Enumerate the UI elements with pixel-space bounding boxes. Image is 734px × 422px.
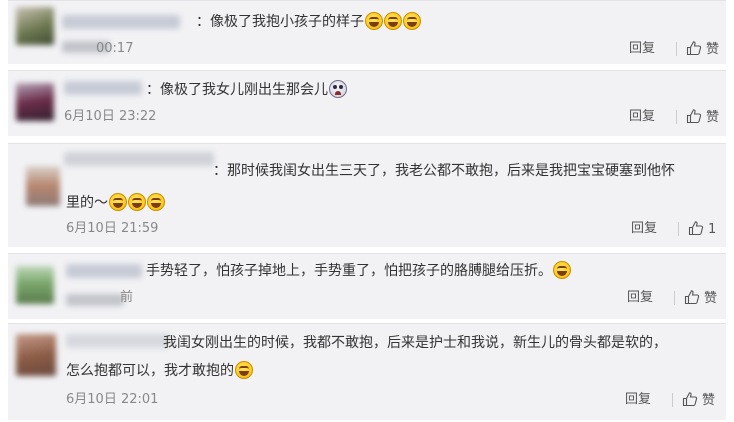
laugh-cry-icon	[147, 193, 165, 211]
reply-button[interactable]: 回复	[625, 392, 651, 408]
divider	[676, 110, 677, 124]
comment-card: ：像极了我抱小孩子的样子 00:17 回复 赞	[8, 0, 726, 64]
comment-card: ：像极了我女儿刚出生那会儿 6月10日 23:22 回复 赞	[8, 70, 726, 136]
blurred-username[interactable]	[62, 15, 180, 29]
like-button[interactable]: 赞	[684, 289, 717, 307]
blurred-username[interactable]	[66, 264, 142, 278]
comment-date: 6月10日 23:22	[64, 109, 157, 124]
comment-list: ：像极了我抱小孩子的样子 00:17 回复 赞 ：像极了我女儿刚出生那会儿 6月…	[0, 0, 734, 422]
thumbs-up-icon	[688, 221, 704, 236]
comment-body: 怎么抱都可以，我才敢抱的	[66, 363, 234, 379]
comment-text-line2: 怎么抱都可以，我才敢抱的	[66, 358, 366, 384]
comment-text-line1: 我闺女刚出生的时候，我都不敢抱，后来是护士和我说，新生儿的骨头都是软的，	[163, 335, 667, 351]
like-label: 赞	[706, 42, 720, 57]
laugh-cry-icon	[128, 193, 146, 211]
thumbs-up-icon	[686, 41, 702, 56]
comment-text: ：像极了我女儿刚出生那会儿	[146, 77, 546, 103]
blurred-username[interactable]	[64, 152, 214, 166]
like-button[interactable]: 1	[688, 220, 716, 238]
comment-card: 我闺女刚出生的时候，我都不敢抱，后来是护士和我说，新生儿的骨头都是软的， 怎么抱…	[8, 323, 726, 420]
divider	[672, 393, 673, 407]
comment-text-line2: 里的～	[66, 190, 366, 216]
like-button[interactable]: 赞	[686, 108, 719, 126]
comment-date: 6月10日 22:01	[66, 392, 159, 407]
like-label: 赞	[706, 110, 720, 125]
avatar[interactable]	[16, 7, 54, 45]
comment-text: 手势轻了，怕孩子掉地上，手势重了，怕把孩子的胳膊腿给压折。	[146, 258, 666, 284]
comment-body: ：像极了我女儿刚出生那会儿	[146, 82, 328, 98]
divider	[676, 42, 677, 56]
thumbs-up-icon	[682, 392, 698, 407]
reply-button[interactable]: 回复	[629, 41, 655, 57]
crying-face-icon	[329, 80, 347, 98]
like-count: 1	[708, 222, 717, 237]
comment-text: ：像极了我抱小孩子的样子	[196, 9, 576, 35]
like-label: 赞	[704, 291, 718, 306]
divider	[678, 222, 679, 236]
like-button[interactable]: 赞	[686, 40, 719, 58]
comment-date: 前	[120, 290, 134, 305]
comment-date: 00:17	[96, 41, 134, 56]
laugh-cry-icon	[384, 12, 402, 30]
comment-date: 6月10日 21:59	[66, 221, 159, 236]
blurred-username[interactable]	[66, 334, 170, 348]
laugh-cry-icon	[403, 12, 421, 30]
avatar[interactable]	[16, 83, 54, 121]
thumbs-up-icon	[686, 109, 702, 124]
avatar[interactable]	[26, 166, 60, 206]
laugh-cry-icon	[553, 261, 571, 279]
divider	[674, 291, 675, 305]
avatar[interactable]	[16, 266, 54, 304]
like-button[interactable]: 赞	[682, 391, 715, 409]
blurred-username[interactable]	[64, 81, 142, 95]
reply-button[interactable]: 回复	[629, 109, 655, 125]
comment-body: 手势轻了，怕孩子掉地上，手势重了，怕把孩子的胳膊腿给压折。	[146, 263, 552, 279]
reply-button[interactable]: 回复	[627, 290, 653, 306]
blurred-meta	[66, 294, 124, 306]
laugh-cry-icon	[109, 193, 127, 211]
like-label: 赞	[702, 393, 716, 408]
comment-card: ：那时候我闺女出生三天了，我老公都不敢抱，后来是我把宝宝硬塞到他怀 里的～ 6月…	[8, 143, 726, 247]
laugh-cry-icon	[235, 361, 253, 379]
comment-body: 里的～	[66, 195, 108, 211]
avatar[interactable]	[16, 334, 56, 376]
comment-text-line1: ：那时候我闺女出生三天了，我老公都不敢抱，后来是我把宝宝硬塞到他怀	[213, 163, 675, 179]
comment-card: 手势轻了，怕孩子掉地上，手势重了，怕把孩子的胳膊腿给压折。 前 回复 赞	[8, 253, 726, 319]
reply-button[interactable]: 回复	[631, 221, 657, 237]
thumbs-up-icon	[684, 290, 700, 305]
comment-body: ：像极了我抱小孩子的样子	[196, 14, 364, 30]
laugh-cry-icon	[365, 12, 383, 30]
